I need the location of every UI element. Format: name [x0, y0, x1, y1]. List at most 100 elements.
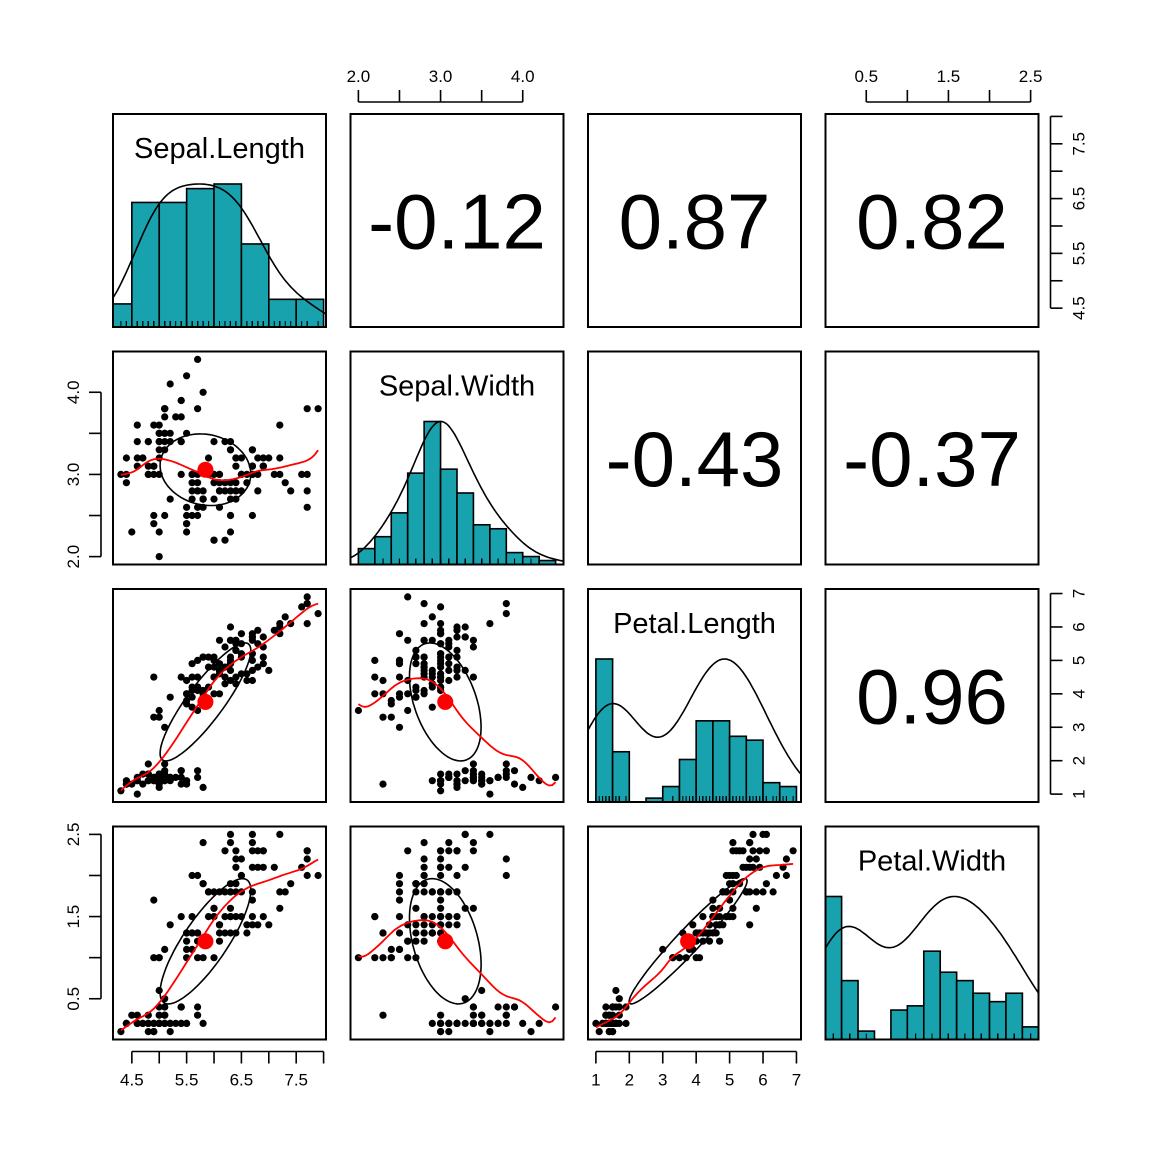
data-point — [695, 954, 704, 962]
left-axis-Sepal.Width: 2.0 3.0 4.0 — [64, 380, 102, 568]
top-axis-Petal.Width: 0.5 1.5 2.5 — [854, 67, 1042, 103]
histogram-bar — [728, 735, 748, 802]
data-point — [445, 1028, 453, 1036]
data-point — [199, 880, 207, 888]
data-point — [221, 680, 229, 688]
tick-label: 4 — [691, 1071, 700, 1090]
data-point — [395, 630, 404, 638]
data-point — [769, 888, 777, 896]
data-point — [395, 723, 404, 731]
data-point — [486, 620, 494, 628]
data-point — [199, 839, 207, 847]
data-point — [379, 713, 387, 721]
data-point — [177, 913, 185, 921]
data-point — [276, 421, 284, 429]
data-point — [453, 871, 461, 880]
data-point — [782, 871, 791, 880]
tick-label: 7 — [792, 1071, 801, 1090]
data-point — [161, 413, 169, 421]
data-point — [183, 676, 191, 685]
data-point — [210, 536, 218, 544]
panel-Sepal.Length-Sepal.Width: -0.12 — [349, 113, 565, 328]
panel-Sepal.Width-Petal.Length: -0.43 — [587, 350, 802, 566]
data-point — [437, 863, 445, 871]
data-point — [371, 690, 379, 698]
data-point — [420, 913, 428, 921]
histogram-Petal.Width — [825, 895, 1039, 1040]
data-point — [248, 446, 256, 454]
data-point — [188, 487, 196, 495]
data-point — [303, 620, 311, 628]
data-point — [172, 413, 180, 421]
data-point — [188, 871, 196, 880]
data-point — [752, 888, 760, 896]
data-point — [494, 1019, 502, 1027]
data-point — [303, 487, 311, 495]
data-point — [259, 653, 267, 661]
data-point — [404, 847, 412, 855]
data-point — [172, 773, 180, 782]
data-point — [232, 847, 240, 855]
histogram-bar — [113, 303, 133, 327]
data-point — [749, 830, 757, 839]
panel-Petal.Length-Petal.Width: 0.96 — [824, 588, 1040, 803]
data-point — [395, 913, 404, 921]
data-point — [387, 700, 395, 708]
tick-label: 3 — [658, 1071, 667, 1090]
data-point — [437, 603, 445, 611]
histogram-bar — [955, 979, 974, 1040]
bottom-axis-Sepal.Length: 4.5 5.5 6.5 7.5 — [120, 1050, 325, 1090]
tick-label: 0.5 — [854, 67, 878, 86]
data-point — [210, 954, 218, 962]
data-point — [461, 777, 469, 785]
data-point — [552, 773, 560, 782]
histogram-Sepal.Length — [113, 183, 326, 327]
data-point — [461, 633, 469, 641]
data-point — [161, 405, 169, 413]
data-point — [428, 666, 436, 675]
data-point — [445, 921, 453, 929]
data-point — [379, 954, 387, 962]
panel-Petal.Length-Sepal.Length — [112, 588, 327, 803]
histogram-bar — [158, 201, 188, 327]
scatter-points — [117, 355, 322, 561]
data-point — [226, 528, 235, 536]
histogram-bar — [922, 950, 942, 1040]
data-point — [469, 1019, 477, 1027]
data-point — [420, 620, 428, 628]
correlation-value: 0.96 — [856, 653, 1008, 741]
data-point — [437, 777, 445, 785]
data-point — [469, 643, 477, 651]
data-point — [276, 904, 284, 912]
data-point — [303, 470, 311, 478]
data-point — [437, 888, 445, 896]
data-point — [155, 777, 163, 785]
tick-label: 4.5 — [120, 1071, 144, 1090]
data-point — [194, 954, 202, 962]
data-point — [221, 643, 229, 651]
data-point — [404, 636, 412, 644]
data-point — [510, 1003, 519, 1011]
data-point — [226, 904, 235, 912]
data-point — [387, 945, 395, 954]
data-point — [150, 421, 158, 429]
data-point — [502, 770, 510, 778]
data-point — [248, 511, 256, 520]
data-point — [144, 470, 152, 478]
panel-Sepal.Length-Sepal.Length: Sepal.Length — [112, 113, 327, 328]
data-point — [404, 593, 412, 601]
data-point — [699, 913, 707, 921]
data-point — [527, 773, 535, 782]
data-point — [183, 511, 191, 520]
data-point — [183, 528, 191, 536]
data-point — [461, 1019, 469, 1027]
data-point — [287, 487, 295, 495]
tick-label: 6.5 — [230, 1071, 254, 1090]
data-point — [420, 855, 428, 863]
data-point — [210, 495, 218, 503]
data-point — [276, 888, 284, 896]
variable-name-label: Sepal.Width — [379, 371, 535, 403]
top-axis-Sepal.Width: 2.0 3.0 4.0 — [347, 67, 535, 103]
data-point — [461, 623, 469, 631]
data-point — [453, 777, 461, 785]
